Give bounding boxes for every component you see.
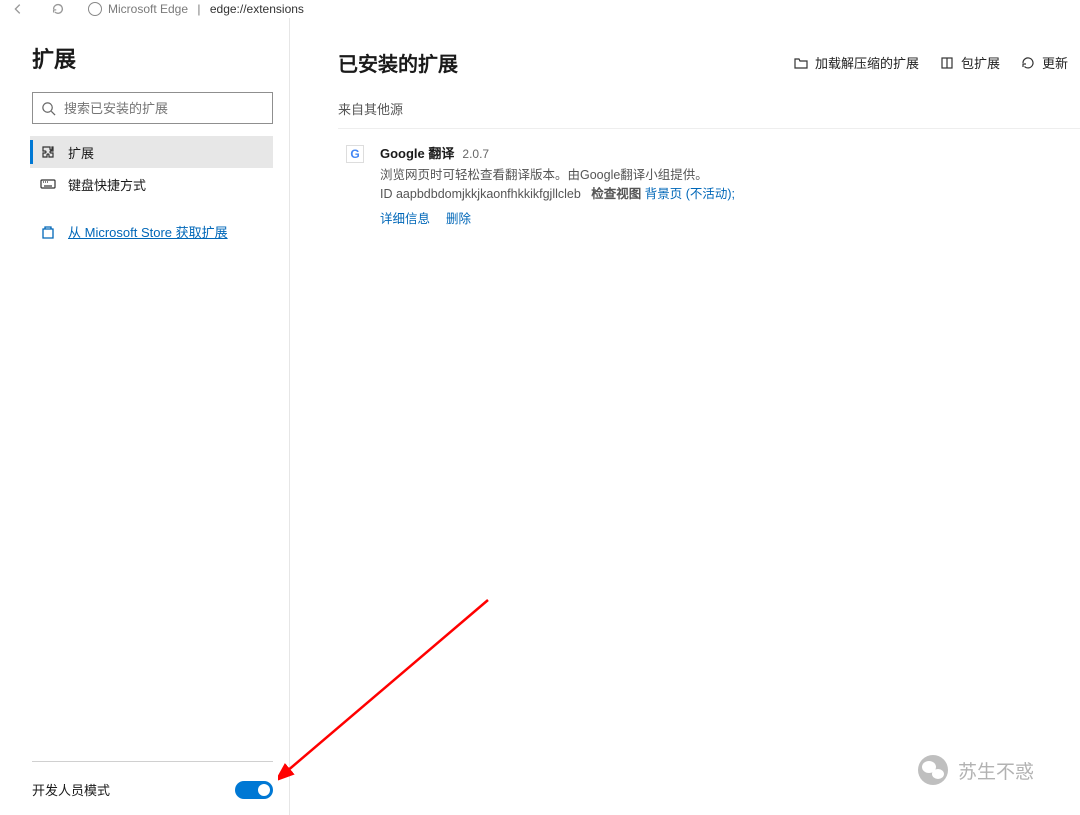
extension-id: aapbdbdomjkkjkaonfhkkikfgjllcleb	[396, 187, 581, 201]
dev-mode-row: 开发人员模式	[32, 761, 273, 803]
sidebar: 扩展 扩展 键盘快捷方式 从 Microsoft Store	[0, 18, 290, 815]
refresh-icon	[1020, 55, 1036, 71]
nav-label: 键盘快捷方式	[68, 175, 146, 194]
section-label: 来自其他源	[338, 99, 1080, 118]
extension-version: 2.0.7	[462, 147, 489, 161]
main-header: 已安装的扩展 加载解压缩的扩展 包扩展 更新	[338, 48, 1080, 77]
google-translate-icon: G	[346, 145, 364, 163]
search-input[interactable]	[64, 101, 264, 116]
inspect-label: 检查视图	[591, 187, 641, 201]
extension-card: G Google 翻译 2.0.7 浏览网页时可轻松查看翻译版本。由Google…	[338, 128, 1080, 241]
extension-body: Google 翻译 2.0.7 浏览网页时可轻松查看翻译版本。由Google翻译…	[380, 143, 1054, 227]
address-tab: Microsoft Edge | edge://extensions	[88, 2, 304, 16]
back-button[interactable]	[8, 0, 28, 19]
background-page-link[interactable]: 背景页 (不活动);	[645, 187, 735, 201]
store-link-row[interactable]: 从 Microsoft Store 获取扩展	[32, 216, 273, 247]
extension-description: 浏览网页时可轻松查看翻译版本。由Google翻译小组提供。	[380, 166, 1054, 185]
globe-icon	[88, 2, 102, 16]
watermark: 苏生不惑	[918, 755, 1034, 785]
folder-open-icon	[793, 55, 809, 71]
nav-list: 扩展 键盘快捷方式	[32, 136, 273, 200]
sidebar-title: 扩展	[32, 42, 273, 74]
package-icon	[939, 55, 955, 71]
refresh-icon	[51, 2, 65, 16]
header-actions: 加载解压缩的扩展 包扩展 更新	[793, 53, 1068, 72]
pack-extension-button[interactable]: 包扩展	[939, 53, 1000, 72]
puzzle-icon	[40, 144, 56, 160]
watermark-text: 苏生不惑	[958, 757, 1034, 784]
extension-actions: 详细信息 删除	[380, 208, 1054, 227]
url-display: edge://extensions	[210, 2, 304, 16]
dev-mode-label: 开发人员模式	[32, 780, 110, 799]
update-button[interactable]: 更新	[1020, 53, 1068, 72]
id-label: ID	[380, 187, 393, 201]
refresh-button[interactable]	[48, 0, 68, 19]
main-content: 已安装的扩展 加载解压缩的扩展 包扩展 更新 来自其他源 G	[290, 18, 1080, 815]
keyboard-icon	[40, 176, 56, 192]
nav-label: 扩展	[68, 143, 94, 162]
page-title: 已安装的扩展	[338, 48, 458, 77]
back-icon	[11, 2, 25, 16]
extension-icon: G	[346, 145, 366, 165]
load-unpacked-button[interactable]: 加载解压缩的扩展	[793, 53, 919, 72]
search-container[interactable]	[32, 92, 273, 124]
sidebar-item-shortcuts[interactable]: 键盘快捷方式	[30, 168, 273, 200]
store-icon	[40, 224, 56, 240]
remove-link[interactable]: 删除	[446, 208, 471, 227]
tab-title: Microsoft Edge	[108, 2, 188, 16]
extension-name: Google 翻译	[380, 143, 454, 162]
wechat-icon	[918, 755, 948, 785]
extension-id-row: ID aapbdbdomjkkjkaonfhkkikfgjllcleb 检查视图…	[380, 185, 1054, 204]
search-icon	[41, 101, 56, 116]
store-link-text[interactable]: 从 Microsoft Store 获取扩展	[68, 222, 228, 241]
dev-mode-toggle[interactable]	[235, 781, 273, 799]
topbar: Microsoft Edge | edge://extensions	[0, 0, 1080, 18]
details-link[interactable]: 详细信息	[380, 208, 430, 227]
sidebar-item-extensions[interactable]: 扩展	[30, 136, 273, 168]
